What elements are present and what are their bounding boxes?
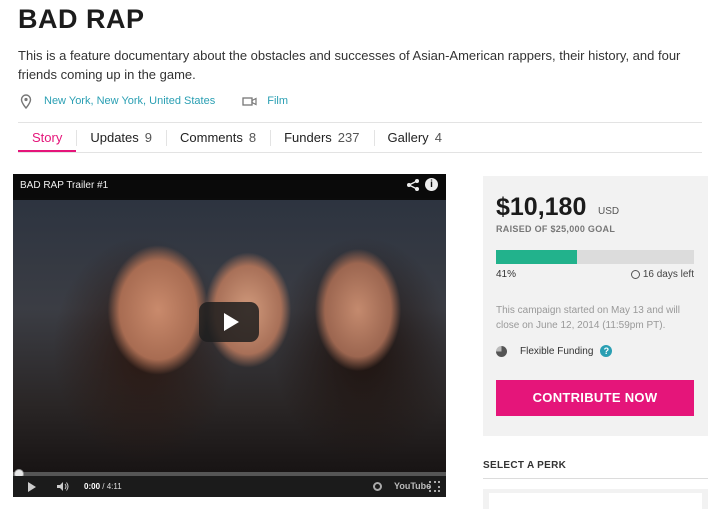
tab-updates[interactable]: Updates 9 [76,123,166,152]
location-link[interactable]: New York, New York, United States [44,95,215,107]
funding-percent: 41% [496,269,517,280]
video-title-bar: BAD RAP Trailer #1 i [13,174,446,198]
campaign-dates-note: This campaign started on May 13 and will… [496,305,680,331]
tab-story[interactable]: Story [18,123,77,153]
tab-count: 9 [144,130,152,145]
tabs-divider-bottom [18,152,702,153]
video-time: 0:00 / 4:11 [84,482,122,491]
settings-gear-icon[interactable] [373,482,382,491]
video-title[interactable]: BAD RAP Trailer #1 [20,180,108,191]
pie-chart-icon [496,345,507,357]
share-icon[interactable] [406,178,420,192]
tab-comments[interactable]: Comments 8 [166,123,270,152]
contribute-now-button[interactable]: CONTRIBUTE NOW [496,380,694,416]
currency-label: USD [598,206,620,217]
goal-text: RAISED OF $25,000 GOAL [496,224,616,234]
campaign-description: This is a feature documentary about the … [18,48,681,82]
category-link[interactable]: Film [267,95,288,107]
campaign-title: BAD RAP [18,4,145,34]
video-player[interactable]: BAD RAP Trailer #1 i 0:00 / 4:11 YouTube [13,174,446,497]
tab-label: Story [32,130,63,145]
tab-gallery[interactable]: Gallery 4 [373,123,456,152]
tab-count: 8 [248,130,257,145]
tab-funders[interactable]: Funders 237 [270,123,373,152]
amount-raised: $10,180 [496,193,587,221]
tab-label: Comments [180,130,243,145]
clock-icon [630,270,640,279]
info-icon[interactable]: i [425,178,438,191]
tab-count: 237 [337,130,360,145]
days-left-text: 16 days left [642,269,694,280]
days-left: 16 days left [630,269,694,280]
tab-label: Gallery [387,130,429,145]
funding-progress-bar [496,250,694,264]
current-time: 0:00 [84,482,101,491]
perk-card[interactable] [483,489,708,509]
video-camera-icon [241,93,257,109]
youtube-logo[interactable]: YouTube [394,481,431,491]
campaign-tabs: Story Updates 9 Comments 8 Funders 237 G… [18,123,456,153]
play-icon [223,313,239,331]
funding-type-label: Flexible Funding [520,345,594,357]
tab-label: Funders [284,130,332,145]
funding-type: Flexible Funding ? [496,345,613,357]
fullscreen-icon[interactable] [429,481,440,492]
tab-count: 4 [434,130,442,145]
select-perk-heading: SELECT A PERK [483,460,567,471]
map-pin-icon [18,93,34,109]
campaign-meta: New York, New York, United States Film [18,92,288,110]
video-controls: 0:00 / 4:11 YouTube [13,476,446,497]
tab-label: Updates [90,130,139,145]
help-icon[interactable]: ? [600,345,613,357]
funding-panel: $10,180 USD RAISED OF $25,000 GOAL 41% 1… [483,176,708,436]
play-button[interactable] [199,302,259,342]
funding-progress-fill [496,250,578,264]
total-time: / 4:11 [102,482,122,491]
perk-divider [483,478,708,479]
volume-icon[interactable] [56,481,70,492]
play-icon[interactable] [28,482,36,492]
